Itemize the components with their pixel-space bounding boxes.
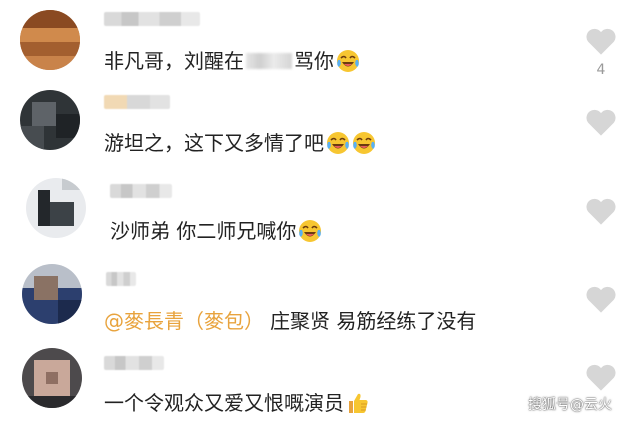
comment-text: @麥長青（麥包） 庄聚贤 易筋经练了没有: [104, 308, 476, 334]
comment-text-part: 非凡哥，刘醒在: [104, 49, 244, 73]
comment-text-part: 游坦之，这下又多情了吧: [104, 131, 324, 155]
avatar[interactable]: [20, 10, 80, 70]
username[interactable]: [110, 184, 172, 198]
watermark: 搜狐号@云火: [528, 397, 612, 413]
username[interactable]: [106, 272, 136, 286]
heart-icon[interactable]: [584, 284, 618, 314]
comment-text: 游坦之，这下又多情了吧: [104, 130, 376, 156]
username[interactable]: [104, 12, 200, 26]
redacted-text: [246, 53, 292, 69]
mention-link[interactable]: @麥長青（麥包）: [104, 308, 264, 334]
comment-text-part: 庄聚贤 易筋经练了没有: [270, 309, 477, 333]
laughing-crying-emoji: [327, 132, 349, 154]
laughing-crying-emoji: [299, 220, 322, 242]
avatar[interactable]: [22, 348, 82, 408]
avatar[interactable]: [20, 90, 80, 150]
heart-icon[interactable]: [584, 362, 618, 392]
comment-text: 一个令观众又爱又恨嘅演员: [104, 390, 370, 416]
heart-icon[interactable]: [584, 196, 618, 226]
avatar[interactable]: [22, 264, 82, 324]
comment-text-part: 沙师弟 你二师兄喊你: [110, 219, 297, 243]
comment-text: 非凡哥，刘醒在 骂你: [104, 48, 360, 74]
heart-icon[interactable]: [584, 107, 618, 137]
username[interactable]: [104, 95, 170, 109]
comment-text: 沙师弟 你二师兄喊你: [110, 218, 322, 244]
thumbs-up-emoji: [349, 393, 368, 413]
username[interactable]: [104, 356, 164, 370]
laughing-crying-emoji: [353, 132, 375, 154]
avatar[interactable]: [26, 178, 86, 238]
like-count: 4: [596, 62, 606, 78]
heart-icon[interactable]: [584, 26, 618, 56]
comment-text-part: 一个令观众又爱又恨嘅演员: [104, 391, 344, 415]
laughing-crying-emoji: [337, 50, 359, 72]
comment-text-part: 骂你: [294, 49, 334, 73]
